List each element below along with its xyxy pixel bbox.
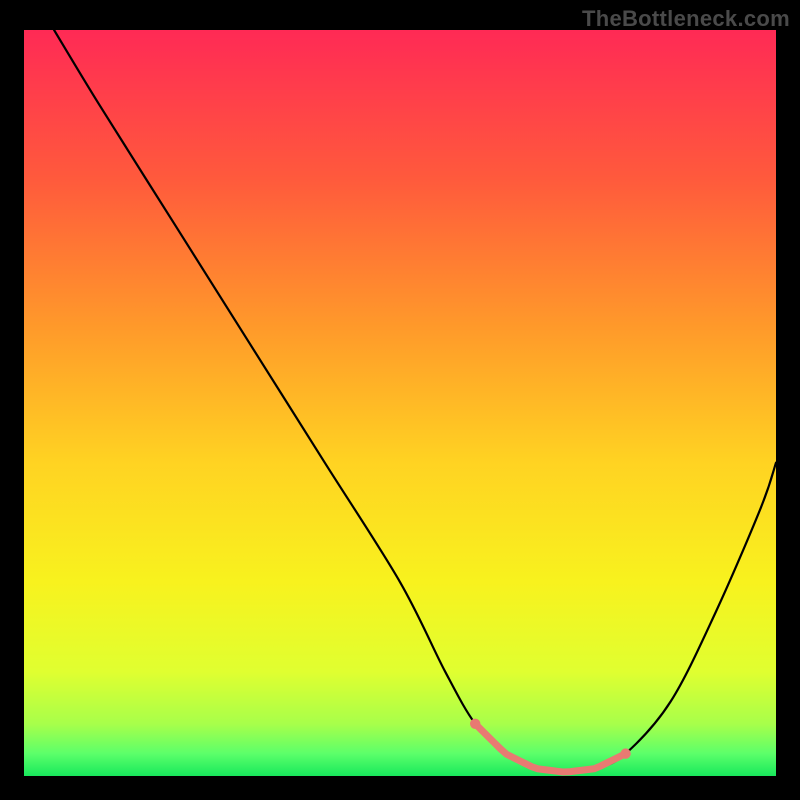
optimal-band-end-dot <box>620 748 630 758</box>
watermark-text: TheBottleneck.com <box>582 6 790 32</box>
optimal-band-start-dot <box>470 719 480 729</box>
chart-frame: TheBottleneck.com <box>0 0 800 800</box>
gradient-background <box>24 30 776 776</box>
chart-svg <box>24 30 776 776</box>
plot-area <box>24 30 776 776</box>
